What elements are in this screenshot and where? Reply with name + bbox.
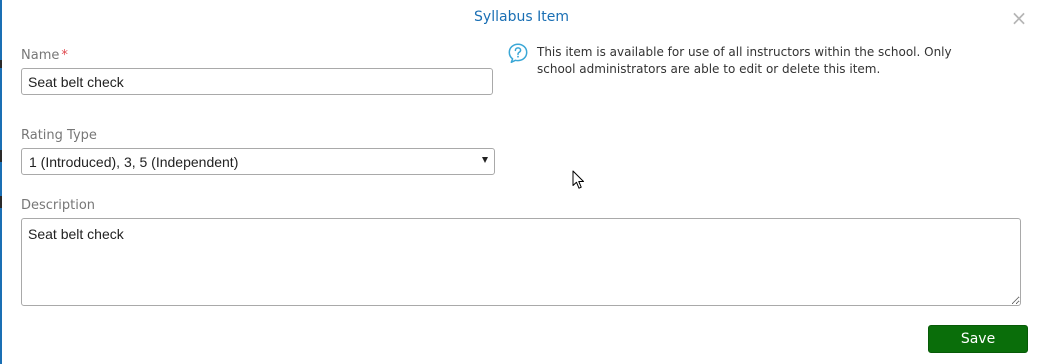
syllabus-item-dialog: Syllabus Item × Name* This item is avail… [2, 0, 1041, 364]
dropdown-arrow-icon [482, 157, 488, 163]
save-button[interactable]: Save [928, 325, 1028, 353]
name-input[interactable] [21, 68, 493, 95]
close-button[interactable]: × [1009, 8, 1029, 28]
description-label: Description [21, 198, 96, 213]
close-icon: × [1010, 6, 1028, 30]
rating-type-label: Rating Type [21, 128, 97, 143]
rating-type-selected-value: 1 (Introduced), 3, 5 (Independent) [29, 154, 239, 170]
page: Syllabus Item × Name* This item is avail… [0, 0, 1041, 364]
dialog-title: Syllabus Item [474, 9, 569, 25]
name-label-text: Name [21, 48, 60, 63]
question-circle-icon [507, 42, 529, 64]
rating-type-select[interactable]: 1 (Introduced), 3, 5 (Independent) [21, 148, 495, 175]
required-marker: * [61, 48, 68, 63]
mouse-pointer-icon [572, 170, 586, 190]
permission-info-text: This item is available for use of all in… [537, 45, 952, 76]
description-textarea[interactable]: Seat belt check [21, 218, 1021, 306]
name-label: Name * [21, 48, 68, 63]
